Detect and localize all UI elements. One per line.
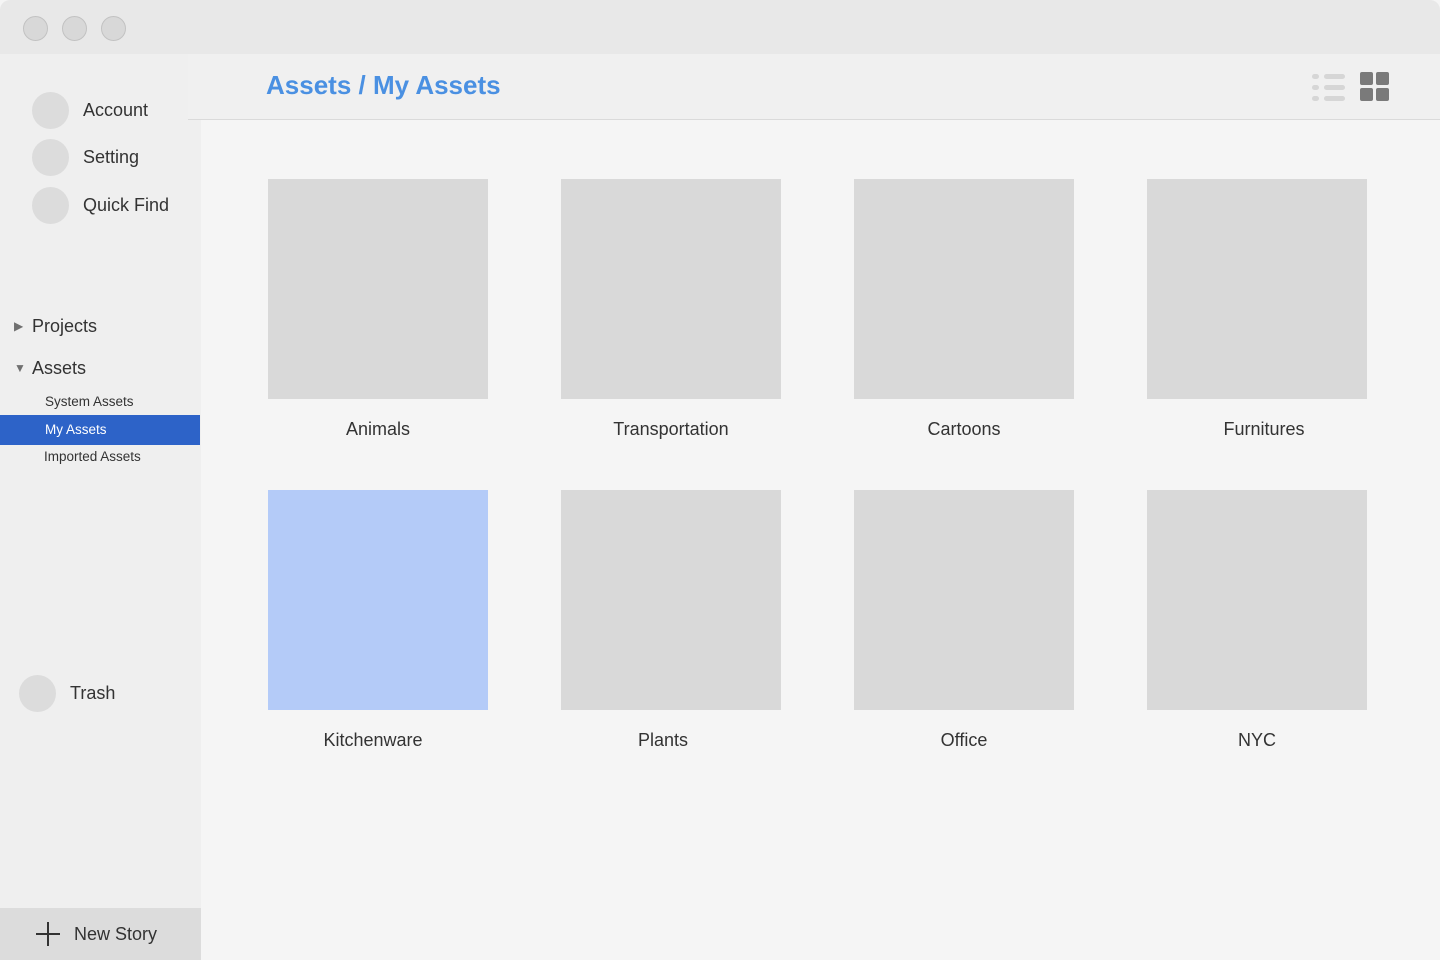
breadcrumb[interactable]: Assets / My Assets (266, 70, 501, 101)
asset-thumbnail[interactable] (268, 179, 488, 399)
close-window-button[interactable] (23, 16, 48, 41)
tree-child-label: System Assets (45, 394, 134, 409)
sidebar-item-label: Setting (83, 146, 140, 167)
asset-label: Plants (637, 730, 689, 750)
list-view-icon[interactable] (1312, 72, 1346, 104)
minimize-window-button[interactable] (62, 16, 87, 41)
quick-find-icon (32, 186, 69, 224)
account-icon (32, 91, 69, 129)
asset-label: NYC (1237, 730, 1276, 750)
sidebar: Account Setting Quick Find ▶ Projects ▼ … (0, 54, 201, 960)
app-window: Account Setting Quick Find ▶ Projects ▼ … (0, 0, 1440, 960)
tree-child-label: My Assets (45, 422, 107, 437)
asset-label: Cartoons (927, 419, 1001, 439)
sidebar-item-quick-find[interactable]: Quick Find (32, 186, 169, 224)
title-bar (0, 0, 1440, 54)
sidebar-item-label: Trash (70, 682, 116, 703)
asset-tile-plants[interactable]: Plants (561, 490, 781, 750)
tree-item-my-assets[interactable]: My Assets (0, 415, 200, 445)
asset-thumbnail[interactable] (1147, 179, 1367, 399)
tree-item-system-assets[interactable]: System Assets (0, 387, 200, 417)
zoom-window-button[interactable] (101, 16, 126, 41)
asset-thumbnail[interactable] (1147, 490, 1367, 710)
asset-label: Furnitures (1223, 419, 1305, 439)
trash-icon (19, 674, 56, 712)
tree-item-imported-assets[interactable]: Imported Assets (0, 442, 200, 472)
sidebar-item-label: Account (83, 99, 149, 120)
asset-label: Office (940, 730, 988, 750)
sidebar-item-label: Quick Find (83, 194, 170, 215)
tree-item-projects[interactable]: ▶ Projects (14, 314, 97, 338)
asset-tile-kitchenware[interactable]: Kitchenware (268, 490, 488, 750)
asset-label: Transportation (613, 419, 729, 439)
asset-grid: Animals Transportation Cartoons Furnitur… (201, 121, 1440, 960)
asset-thumbnail[interactable] (561, 179, 781, 399)
plus-icon (36, 922, 60, 946)
sidebar-item-trash[interactable]: Trash (19, 674, 115, 712)
asset-thumbnail[interactable] (268, 490, 488, 710)
asset-label: Kitchenware (323, 730, 423, 750)
asset-label: Animals (345, 419, 411, 439)
tree-child-label: Imported Assets (44, 449, 141, 464)
caret-down-icon[interactable]: ▼ (14, 361, 32, 375)
new-story-button[interactable]: New Story (0, 908, 201, 960)
header: Assets / My Assets (188, 54, 1440, 120)
asset-tile-furnitures[interactable]: Furnitures (1147, 179, 1367, 439)
asset-thumbnail[interactable] (561, 490, 781, 710)
setting-icon (32, 138, 69, 176)
grid-view-icon[interactable] (1360, 72, 1390, 102)
asset-tile-cartoons[interactable]: Cartoons (854, 179, 1074, 439)
asset-thumbnail[interactable] (854, 490, 1074, 710)
asset-tile-office[interactable]: Office (854, 490, 1074, 750)
asset-tile-transportation[interactable]: Transportation (561, 179, 781, 439)
tree-item-label: Projects (32, 315, 98, 336)
asset-thumbnail[interactable] (854, 179, 1074, 399)
asset-tile-animals[interactable]: Animals (268, 179, 488, 439)
tree-item-label: Assets (32, 357, 87, 378)
sidebar-item-setting[interactable]: Setting (32, 138, 139, 176)
new-story-label: New Story (74, 923, 158, 944)
tree-item-assets[interactable]: ▼ Assets (14, 356, 86, 380)
asset-tile-nyc[interactable]: NYC (1147, 490, 1367, 750)
caret-right-icon[interactable]: ▶ (14, 319, 32, 333)
sidebar-item-account[interactable]: Account (32, 91, 148, 129)
